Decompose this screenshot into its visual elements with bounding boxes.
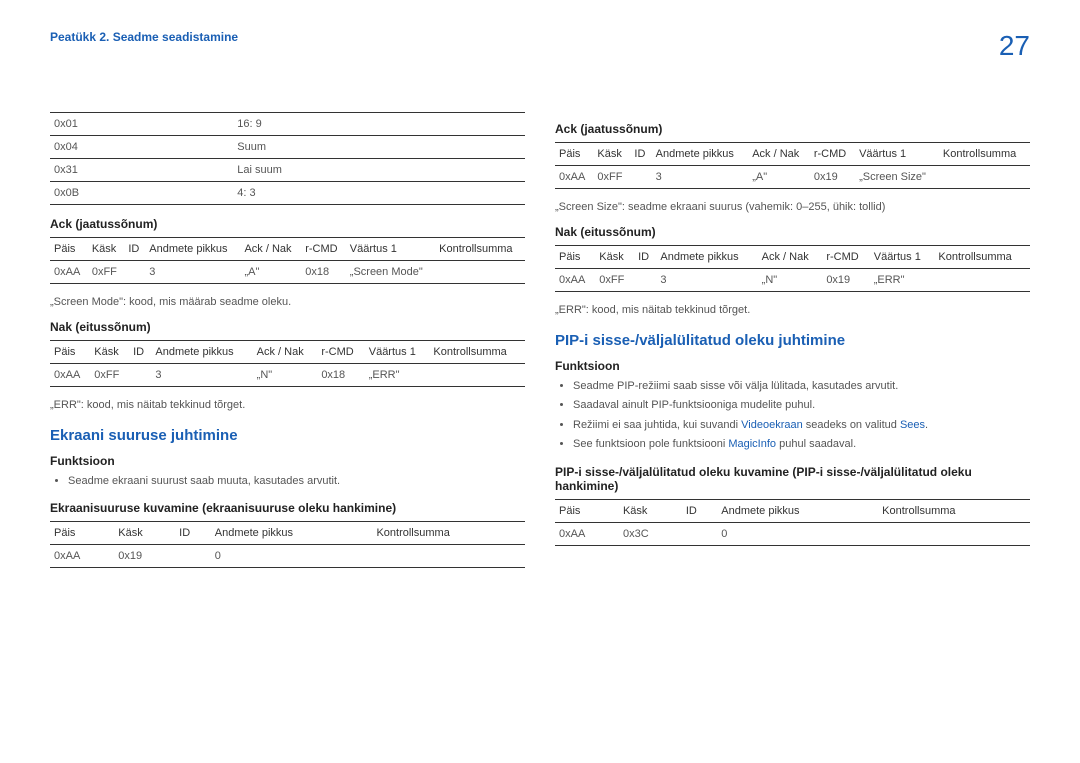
sub-heading: Ekraanisuuruse kuvamine (ekraanisuuruse … [50, 501, 525, 515]
ack-note-r: „Screen Size": seadme ekraani suurus (va… [555, 201, 1030, 213]
nak-heading-r: Nak (eitussõnum) [555, 225, 1030, 239]
video-screen-key: Videoekraan [741, 419, 803, 431]
list-item: Seadme PIP-režiimi saab sisse või välja … [573, 379, 1030, 394]
nak-heading: Nak (eitussõnum) [50, 320, 525, 334]
section-pip: PIP-i sisse-/väljalülitatud oleku juhtim… [555, 332, 1030, 349]
function-bullets: Seadme ekraani suurust saab muuta, kasut… [50, 474, 525, 489]
ack-table: PäisKäskIDAndmete pikkusAck / Nakr-CMDVä… [50, 237, 525, 284]
magicinfo-key: MagicInfo [728, 438, 776, 450]
list-item: Saadaval ainult PIP-funktsiooniga mudeli… [573, 398, 1030, 413]
sub-heading-r: PIP-i sisse-/väljalülitatud oleku kuvami… [555, 465, 1030, 493]
ack-note: „Screen Mode": kood, mis määrab seadme o… [50, 296, 525, 308]
nak-note: „ERR": kood, mis näitab tekkinud tõrget. [50, 399, 525, 411]
nak-table: PäisKäskIDAndmete pikkusAck / Nakr-CMDVä… [50, 340, 525, 387]
nak-note-r: „ERR": kood, mis näitab tekkinud tõrget. [555, 304, 1030, 316]
left-column: 0x0116: 9 0x04Suum 0x31Lai suum 0x0B4: 3… [50, 112, 525, 580]
function-heading-r: Funktsioon [555, 359, 1030, 373]
list-item: Seadme ekraani suurust saab muuta, kasut… [68, 474, 525, 489]
get-table-r: PäisKäskIDAndmete pikkusKontrollsumma 0x… [555, 499, 1030, 546]
list-item: See funktsioon pole funktsiooni MagicInf… [573, 437, 1030, 452]
list-item: Režiimi ei saa juhtida, kui suvandi Vide… [573, 418, 1030, 433]
ack-heading: Ack (jaatussõnum) [50, 217, 525, 231]
right-column: Ack (jaatussõnum) PäisKäskIDAndmete pikk… [555, 112, 1030, 580]
ack-table-r: PäisKäskIDAndmete pikkusAck / Nakr-CMDVä… [555, 142, 1030, 189]
section-screen-size: Ekraani suuruse juhtimine [50, 427, 525, 444]
function-bullets-r: Seadme PIP-režiimi saab sisse või välja … [555, 379, 1030, 453]
chapter-title: Peatükk 2. Seadme seadistamine [50, 30, 238, 44]
get-table: PäisKäskIDAndmete pikkusKontrollsumma 0x… [50, 521, 525, 568]
nak-table-r: PäisKäskIDAndmete pikkusAck / Nakr-CMDVä… [555, 245, 1030, 292]
on-key: Sees [900, 419, 925, 431]
page-number: 27 [999, 30, 1030, 62]
function-heading: Funktsioon [50, 454, 525, 468]
modes-table: 0x0116: 9 0x04Suum 0x31Lai suum 0x0B4: 3 [50, 112, 525, 205]
ack-heading: Ack (jaatussõnum) [555, 122, 1030, 136]
